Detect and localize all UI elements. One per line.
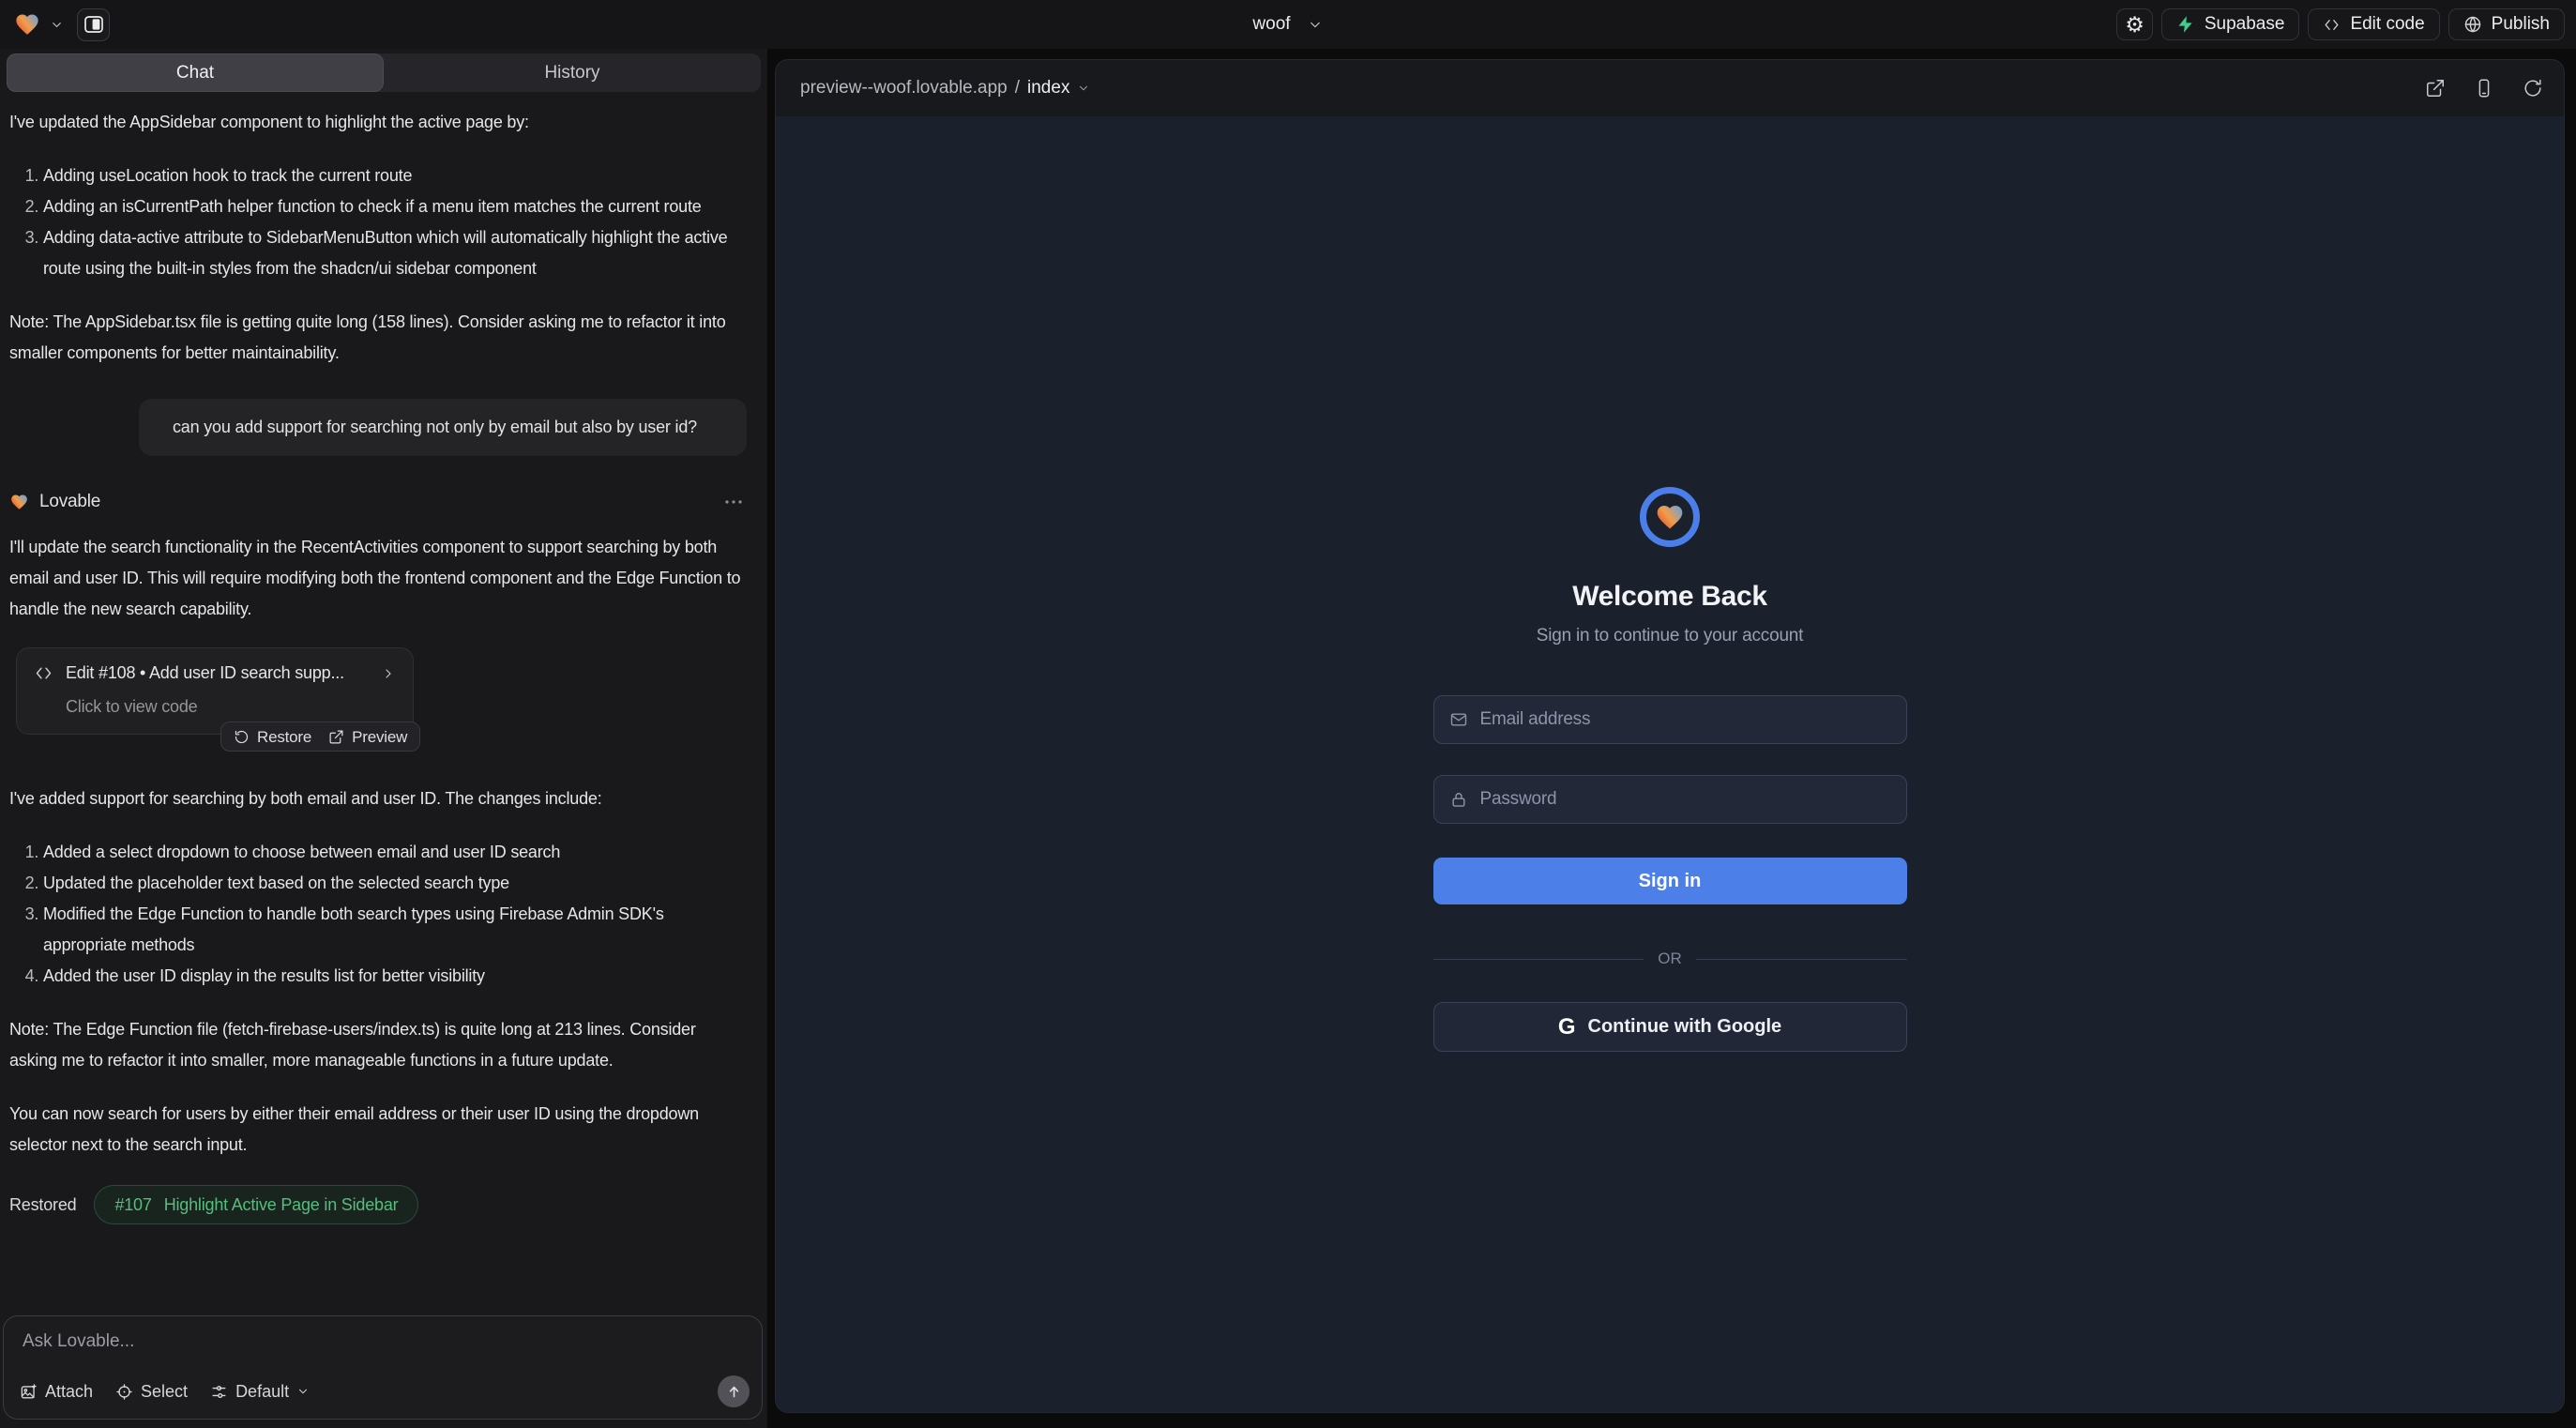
list-item: Adding an isCurrentPath helper function … [43,191,747,222]
lovable-logo-menu[interactable] [13,11,64,38]
publish-label: Publish [2492,14,2550,35]
toggle-sidebar-button[interactable] [77,8,110,41]
assistant-paragraph: I've updated the AppSidebar component to… [9,107,747,138]
chevron-down-icon [1308,17,1324,33]
project-name: woof [1252,14,1290,35]
open-in-new-tab-icon[interactable] [2425,78,2446,99]
email-input[interactable] [1480,709,1891,730]
edit-code-label: Edit code [2350,14,2424,35]
preview-page: index [1027,78,1069,99]
password-field[interactable] [1433,775,1907,824]
preview-url-selector[interactable]: preview--woof.lovable.app / index [800,78,1090,99]
model-selector[interactable]: Default [210,1382,310,1402]
preview-panel: preview--woof.lovable.app / index We [775,59,2565,1413]
chevron-down-icon [50,18,64,32]
tab-history[interactable]: History [384,53,761,92]
divider-line [1433,959,1644,960]
lovable-heart-icon [13,11,41,38]
restored-label: Restored [9,1190,76,1221]
or-label: OR [1658,949,1682,968]
app-logo [1640,487,1700,547]
supabase-label: Supabase [2205,14,2285,35]
continue-with-google-button[interactable]: G Continue with Google [1433,1002,1907,1052]
edit-subtitle: Click to view code [66,691,396,722]
attach-button[interactable]: Attach [20,1382,93,1402]
restored-row: Restored #107 Highlight Active Page in S… [9,1185,747,1224]
top-bar: woof ⚙ Supabase Edit code Publish [0,0,2576,49]
more-options-icon[interactable] [724,499,743,505]
chat-messages[interactable]: I've updated the AppSidebar component to… [0,92,767,1312]
refresh-icon[interactable] [2523,78,2543,99]
supabase-bolt-icon [2176,15,2195,34]
list-item: Added the user ID display in the results… [43,961,747,992]
tab-chat[interactable]: Chat [7,53,384,92]
assistant-note: Note: The AppSidebar.tsx file is getting… [9,307,747,369]
list-item: Added a select dropdown to choose betwee… [43,837,747,868]
preview-header: preview--woof.lovable.app / index [776,60,2564,116]
chat-composer[interactable]: Attach Select Default [3,1315,763,1420]
mobile-view-icon[interactable] [2474,78,2494,99]
assistant-note: Note: The Edge Function file (fetch-fire… [9,1014,747,1076]
sign-in-button[interactable]: Sign in [1433,858,1907,904]
page-subtitle: Sign in to continue to your account [1537,626,1804,646]
chat-panel: Chat History I've updated the AppSidebar… [0,49,767,1428]
password-input[interactable] [1480,789,1891,810]
assistant-paragraph: I'll update the search functionality in … [9,532,747,625]
list-item: Modified the Edge Function to handle bot… [43,899,747,961]
edit-title: Edit #108 • Add user ID search supp... [66,658,344,689]
list-item: Adding data-active attribute to SidebarM… [43,222,747,284]
globe-icon [2463,15,2482,34]
lovable-heart-icon [9,493,29,511]
edit-card-toolbar: Restore Preview [220,722,420,752]
select-element-button[interactable]: Select [115,1382,188,1402]
chat-input[interactable] [23,1331,743,1352]
or-divider: OR [1433,949,1907,968]
google-g-icon: G [1558,1016,1576,1039]
supabase-button[interactable]: Supabase [2161,8,2300,40]
restored-version-badge[interactable]: #107 Highlight Active Page in Sidebar [94,1185,418,1224]
chat-history-tabs: Chat History [7,53,761,92]
assistant-paragraph: You can now search for users by either t… [9,1099,747,1161]
list-item: Updated the placeholder text based on th… [43,868,747,899]
app-preview-viewport: Welcome Back Sign in to continue to your… [776,116,2564,1412]
edit-code-button[interactable]: Edit code [2308,8,2439,40]
edit-card-wrapper: Edit #108 • Add user ID search supp... C… [16,647,414,735]
sidebar-panel-icon [84,16,103,33]
publish-button[interactable]: Publish [2448,8,2565,40]
chevron-down-icon [1077,82,1090,95]
assistant-list: Added a select dropdown to choose betwee… [9,837,747,992]
page-title: Welcome Back [1572,581,1767,613]
version-number: #107 [114,1190,151,1221]
divider-line [1696,959,1907,960]
version-title: Highlight Active Page in Sidebar [164,1190,399,1221]
assistant-paragraph: I've added support for searching by both… [9,783,747,814]
preview-button[interactable]: Preview [328,722,407,752]
code-icon [2323,16,2341,34]
assistant-header: Lovable [9,486,747,517]
code-icon [34,663,53,683]
project-switcher[interactable]: woof [1252,0,1323,49]
list-item: Adding useLocation hook to track the cur… [43,160,747,191]
assistant-list: Adding useLocation hook to track the cur… [9,160,747,284]
google-button-label: Continue with Google [1588,1016,1782,1038]
lock-icon [1449,790,1468,809]
assistant-name: Lovable [39,486,100,517]
restore-button[interactable]: Restore [234,722,311,752]
gear-icon: ⚙ [2125,14,2144,36]
user-message-bubble: can you add support for searching not on… [139,399,747,456]
mail-icon [1449,710,1468,729]
heart-icon [1654,502,1686,532]
send-button[interactable] [718,1375,750,1407]
auth-card: Welcome Back Sign in to continue to your… [1433,487,1907,1052]
settings-button[interactable]: ⚙ [2116,8,2153,40]
chevron-right-icon [381,666,396,681]
email-field[interactable] [1433,695,1907,744]
preview-url: preview--woof.lovable.app [800,78,1008,99]
